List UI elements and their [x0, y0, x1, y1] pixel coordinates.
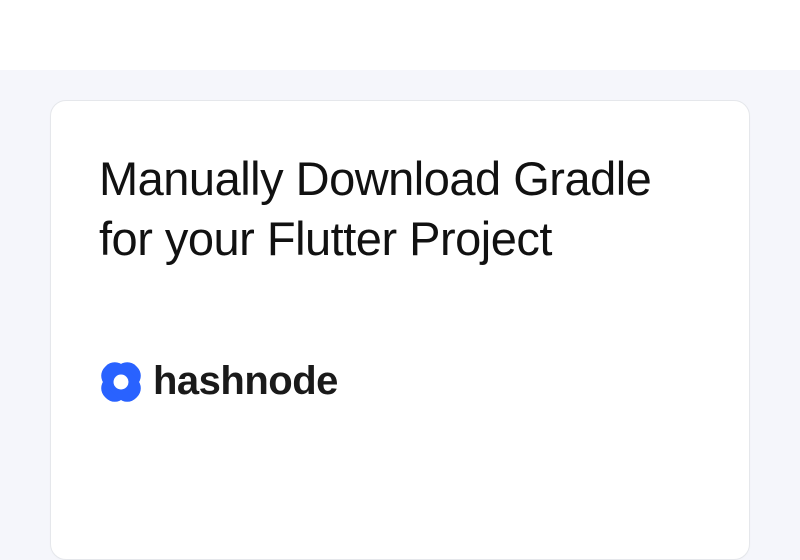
brand-name: hashnode: [153, 359, 338, 404]
hashnode-logo-icon: [99, 360, 143, 404]
brand-row: hashnode: [99, 359, 701, 404]
page-container: Manually Download Gradle for your Flutte…: [0, 0, 800, 560]
article-card: Manually Download Gradle for your Flutte…: [50, 100, 750, 560]
tinted-background: Manually Download Gradle for your Flutte…: [0, 70, 800, 560]
article-title: Manually Download Gradle for your Flutte…: [99, 149, 701, 269]
